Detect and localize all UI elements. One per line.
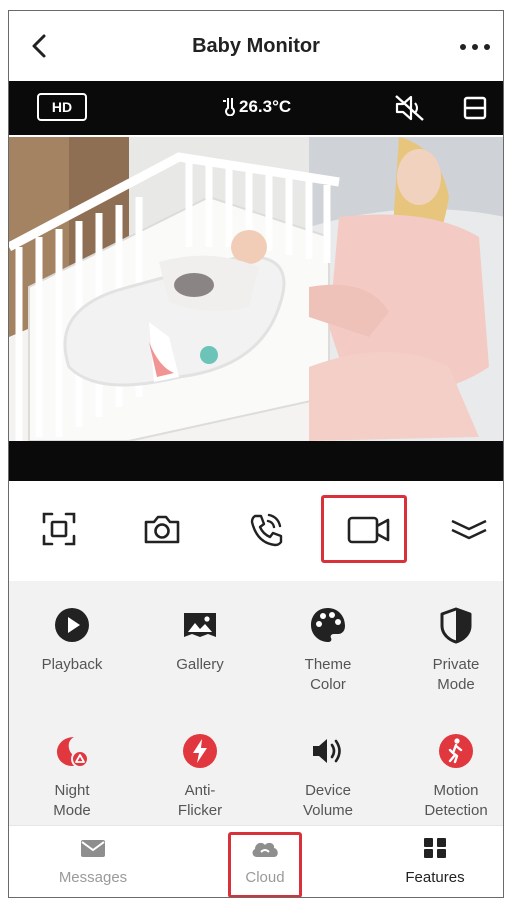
feature-theme-color[interactable]: Theme Color <box>273 605 383 695</box>
app-frame: Baby Monitor HD 26.3°C Playback Gallery … <box>8 10 504 898</box>
more-options-icon[interactable] <box>457 35 493 57</box>
page-title: Baby Monitor <box>192 35 320 57</box>
night-mode-icon <box>57 737 89 768</box>
fullscreen-icon[interactable] <box>41 511 77 552</box>
nav-features[interactable]: Features <box>375 836 495 886</box>
palette-icon <box>311 608 345 642</box>
private-mode-icon <box>440 607 472 644</box>
top-bar: Baby Monitor <box>9 11 503 79</box>
layout-icon[interactable] <box>462 95 488 126</box>
bottom-navigation: Messages Cloud Features <box>9 825 503 897</box>
feature-label: Gallery <box>176 656 224 673</box>
nav-label: Cloud <box>245 869 285 886</box>
feature-label: Private Mode <box>432 656 480 693</box>
nav-messages[interactable]: Messages <box>33 836 153 886</box>
temperature-readout: 26.3°C <box>221 96 291 117</box>
walking-person-icon <box>439 734 473 768</box>
speaker-muted-icon[interactable] <box>393 94 427 127</box>
feature-device-volume[interactable]: Device Volume <box>273 731 383 821</box>
cloud-icon <box>252 842 278 857</box>
video-record-icon[interactable] <box>346 514 392 551</box>
collapse-chevrons-icon[interactable] <box>449 517 489 546</box>
gallery-icon <box>184 613 216 637</box>
feature-night-mode[interactable]: Night Mode <box>17 731 127 821</box>
feature-gallery[interactable]: Gallery <box>145 605 255 675</box>
feature-label: Theme Color <box>304 656 352 693</box>
play-circle-icon <box>55 608 89 642</box>
feature-anti-flicker[interactable]: Anti- Flicker <box>145 731 255 821</box>
features-grid: Playback Gallery Theme Color Private Mod… <box>9 581 503 825</box>
feature-label: Playback <box>41 656 103 673</box>
speaker-icon <box>313 739 341 763</box>
nav-label: Messages <box>58 869 128 886</box>
feature-label: Motion Detection <box>424 782 488 819</box>
feature-private-mode[interactable]: Private Mode <box>401 605 503 695</box>
video-status-bar: HD 26.3°C <box>9 81 503 135</box>
video-letterbox <box>9 441 503 481</box>
nav-label: Features <box>405 869 465 886</box>
camera-controls-row <box>9 481 503 581</box>
envelope-icon <box>81 840 105 857</box>
feature-label: Night Mode <box>53 782 91 819</box>
feature-label: Anti- Flicker <box>177 782 223 819</box>
camera-feed-image[interactable] <box>9 137 503 441</box>
lightning-icon <box>183 734 217 768</box>
feature-motion-detection[interactable]: Motion Detection <box>401 731 503 821</box>
quality-toggle-button[interactable]: HD <box>37 93 87 121</box>
feature-label: Device Volume <box>302 782 354 819</box>
grid-icon <box>424 838 446 858</box>
temperature-value: 26.3°C <box>239 97 292 116</box>
talk-call-icon[interactable] <box>247 511 285 554</box>
camera-snapshot-icon[interactable] <box>142 511 182 552</box>
feature-playback[interactable]: Playback <box>17 605 127 675</box>
nav-cloud[interactable]: Cloud <box>205 836 325 886</box>
thermometer-icon <box>223 98 235 117</box>
